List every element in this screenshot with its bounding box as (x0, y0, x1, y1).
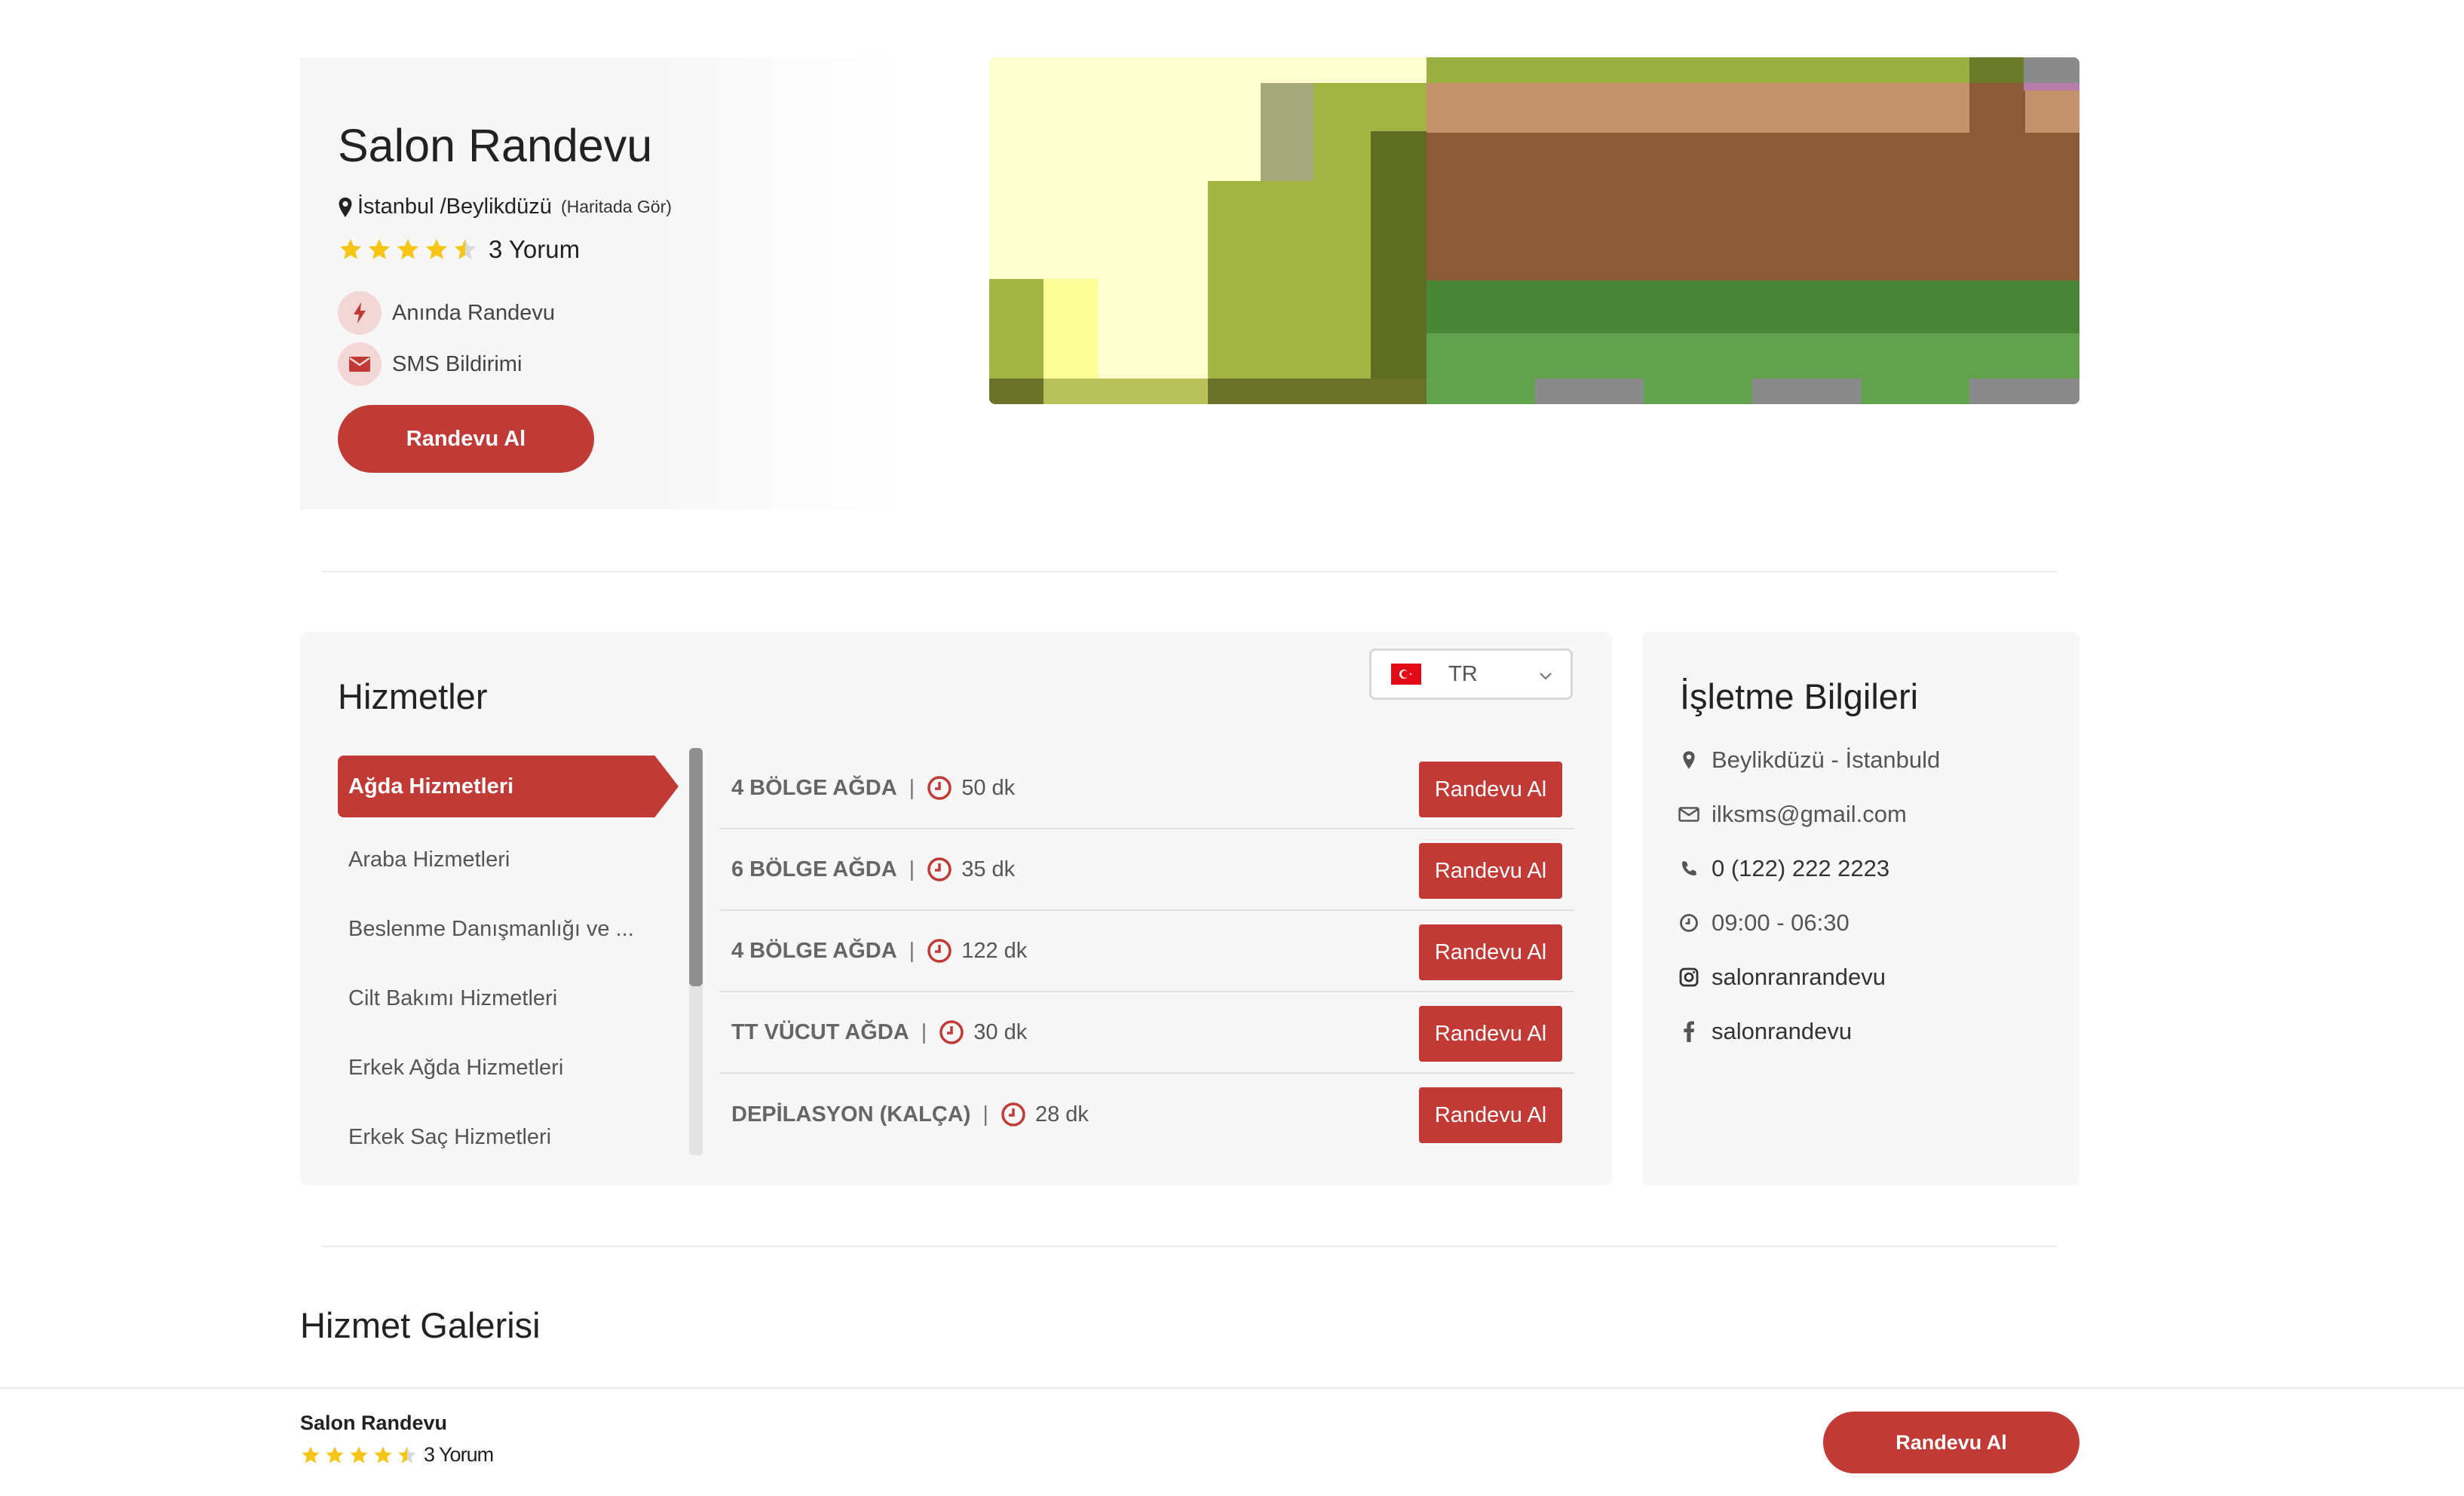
feature-label: Anında Randevu (392, 300, 556, 325)
bottom-bar-salon-name: Salon Randevu (300, 1412, 448, 1434)
service-name: DEPİLASYON (KALÇA) (731, 1102, 971, 1127)
turkey-flag-icon (1391, 664, 1421, 685)
address-text: Beylikdüzü - İstanbuld (1712, 746, 1941, 773)
service-name: 6 BÖLGE AĞDA (731, 857, 897, 881)
separator: | (909, 775, 915, 800)
facebook-icon (1678, 1021, 1699, 1042)
phone-icon (1678, 858, 1699, 879)
separator: | (982, 1102, 988, 1127)
services-title: Hizmetler (338, 676, 488, 716)
feature-label: SMS Bildirimi (392, 351, 523, 376)
service-row: TT VÜCUT AĞDA | 30 dk Randevu Al (719, 992, 1574, 1074)
service-row: 4 BÖLGE AĞDA | 50 dk Randevu Al (719, 748, 1574, 829)
clock-icon (939, 1020, 964, 1044)
star-icon (374, 1445, 392, 1463)
service-book-button[interactable]: Randevu Al (1419, 924, 1562, 980)
category-item[interactable]: Erkek Saç Hizmetleri (338, 1102, 679, 1172)
star-icon (339, 238, 362, 259)
service-name: 4 BÖLGE AĞDA (731, 775, 897, 800)
salon-cover-image (989, 57, 2079, 404)
info-email: ilksms@gmail.com (1678, 801, 1907, 828)
bottom-bar-book-button[interactable]: Randevu Al (1823, 1412, 2079, 1473)
half-star-icon (398, 1445, 416, 1463)
info-phone: 0 (122) 222 2223 (1678, 855, 1889, 882)
category-list: Ağda Hizmetleri Araba Hizmetleri Beslenm… (338, 756, 679, 1172)
separator: | (909, 857, 915, 881)
hours-text: 09:00 - 06:30 (1712, 909, 1850, 936)
book-appointment-button[interactable]: Randevu Al (338, 405, 594, 473)
gallery-title: Hizmet Galerisi (300, 1305, 541, 1345)
category-item[interactable]: Beslenme Danışmanlığı ve ... (338, 894, 679, 964)
category-item[interactable]: Erkek Ağda Hizmetleri (338, 1033, 679, 1102)
half-star-icon (454, 238, 477, 259)
service-duration: 30 dk (973, 1019, 1028, 1044)
bottom-bar-review-count[interactable]: 3 Yorum (424, 1443, 494, 1467)
map-pin-icon (1678, 750, 1699, 771)
feature-instant-booking: Anında Randevu (338, 291, 555, 335)
salon-location: İstanbul /Beylikdüzü (Haritada Gör) (338, 195, 672, 219)
star-icon (302, 1445, 320, 1463)
feature-sms-notification: SMS Bildirimi (338, 342, 522, 386)
service-row: 6 BÖLGE AĞDA | 35 dk Randevu Al (719, 829, 1574, 911)
info-instagram: salonranrandevu (1678, 964, 1886, 991)
salon-title: Salon Randevu (338, 120, 653, 171)
service-name: 4 BÖLGE AĞDA (731, 938, 897, 963)
service-book-button[interactable]: Randevu Al (1419, 762, 1562, 817)
instagram-link[interactable]: salonranrandevu (1712, 964, 1886, 991)
chevron-down-icon (1540, 673, 1552, 680)
facebook-link[interactable]: salonrandevu (1712, 1018, 1852, 1045)
clock-icon (927, 857, 952, 881)
envelope-icon (338, 342, 382, 386)
rating-summary: 3 Yorum (338, 235, 580, 264)
map-link[interactable]: (Haritada Gör) (561, 197, 672, 217)
star-icon (368, 238, 391, 259)
review-count[interactable]: 3 Yorum (489, 235, 580, 264)
service-duration: 50 dk (961, 775, 1016, 800)
star-icon (326, 1445, 344, 1463)
section-divider (323, 1246, 2057, 1247)
service-book-button[interactable]: Randevu Al (1419, 1087, 1562, 1143)
email-link[interactable]: ilksms@gmail.com (1712, 801, 1907, 828)
separator: | (909, 938, 915, 963)
envelope-icon (1678, 804, 1699, 825)
star-icon (350, 1445, 368, 1463)
info-facebook: salonrandevu (1678, 1018, 1852, 1045)
service-row: 4 BÖLGE AĞDA | 122 dk Randevu Al (719, 911, 1574, 992)
instagram-icon (1678, 967, 1699, 988)
language-value: TR (1448, 661, 1478, 686)
clock-icon (927, 939, 952, 963)
clock-icon (927, 776, 952, 800)
business-info-title: İşletme Bilgileri (1680, 676, 1919, 716)
service-duration: 28 dk (1034, 1102, 1089, 1127)
category-item-active[interactable]: Ağda Hizmetleri (338, 756, 679, 817)
category-item[interactable]: Cilt Bakımı Hizmetleri (338, 964, 679, 1033)
phone-link[interactable]: 0 (122) 222 2223 (1712, 855, 1889, 882)
clock-icon (1678, 912, 1699, 933)
language-select[interactable]: TR (1369, 648, 1573, 700)
bolt-icon (338, 291, 382, 335)
location-text: İstanbul /Beylikdüzü (357, 195, 552, 219)
service-name: TT VÜCUT AĞDA (731, 1019, 909, 1044)
service-row: DEPİLASYON (KALÇA) | 28 dk Randevu Al (719, 1074, 1574, 1155)
service-book-button[interactable]: Randevu Al (1419, 1006, 1562, 1062)
sticky-booking-bar (0, 1387, 2464, 1496)
section-divider (323, 571, 2057, 572)
info-hours: 09:00 - 06:30 (1678, 909, 1850, 937)
map-pin-icon (339, 197, 352, 217)
star-rating (338, 237, 478, 262)
service-duration: 35 dk (961, 857, 1016, 881)
category-scrollbar-thumb[interactable] (689, 748, 703, 986)
clock-icon (1001, 1102, 1025, 1127)
service-book-button[interactable]: Randevu Al (1419, 843, 1562, 899)
service-list: 4 BÖLGE AĞDA | 50 dk Randevu Al 6 BÖLGE … (719, 748, 1574, 1155)
star-icon (425, 238, 448, 259)
service-duration: 122 dk (961, 938, 1028, 963)
star-icon (397, 238, 419, 259)
bottom-bar-rating: 3 Yorum (300, 1443, 494, 1467)
category-item[interactable]: Araba Hizmetleri (338, 825, 679, 894)
info-address: Beylikdüzü - İstanbuld (1678, 746, 1940, 774)
separator: | (921, 1019, 927, 1044)
